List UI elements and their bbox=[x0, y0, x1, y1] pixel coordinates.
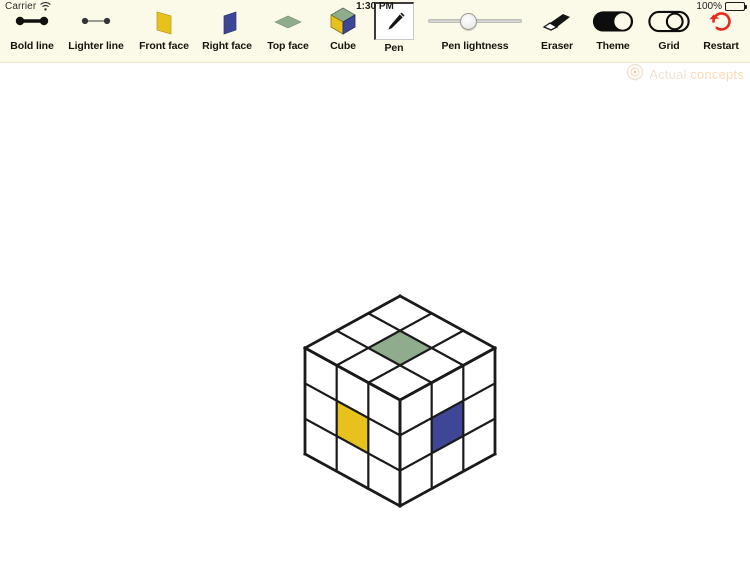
tool-label: Restart bbox=[703, 40, 739, 52]
isometric-cube-drawing bbox=[303, 294, 497, 508]
tool-label: Front face bbox=[139, 40, 189, 52]
tool-pen[interactable]: Pen bbox=[372, 2, 416, 54]
tool-restart[interactable]: Restart bbox=[696, 6, 746, 52]
tool-theme[interactable]: Theme bbox=[589, 6, 637, 52]
tool-label: Pen lightness bbox=[441, 40, 509, 52]
tool-label: Cube bbox=[330, 40, 356, 52]
tool-pen-lightness[interactable]: Pen lightness bbox=[427, 6, 523, 52]
tool-cube[interactable]: Cube bbox=[319, 6, 367, 52]
tool-label: Right face bbox=[202, 40, 252, 52]
tool-front-face[interactable]: Front face bbox=[133, 6, 195, 52]
slider-thumb[interactable] bbox=[459, 13, 477, 30]
front-face-icon bbox=[142, 6, 186, 36]
tool-top-face[interactable]: Top face bbox=[258, 6, 318, 52]
cube-icon bbox=[321, 6, 365, 36]
slider-icon[interactable] bbox=[428, 6, 522, 36]
tool-label: Eraser bbox=[540, 40, 574, 52]
right-face-icon bbox=[205, 6, 249, 36]
tool-eraser[interactable]: Eraser bbox=[527, 6, 587, 52]
eraser-icon bbox=[535, 6, 579, 36]
tool-label: Bold line bbox=[10, 40, 54, 52]
tool-label: Theme bbox=[596, 40, 630, 52]
theme-toggle-icon bbox=[591, 6, 635, 36]
toolbar: Bold line Lighter line Front face Right … bbox=[0, 0, 750, 63]
tool-grid[interactable]: Grid bbox=[645, 6, 693, 52]
tool-right-face[interactable]: Right face bbox=[196, 6, 258, 52]
grid-toggle-icon bbox=[647, 6, 691, 36]
tool-label: Lighter line bbox=[68, 40, 124, 52]
app-root: Bold line Lighter line Front face Right … bbox=[0, 0, 750, 563]
tool-bold-line[interactable]: Bold line bbox=[4, 6, 60, 52]
pen-icon bbox=[374, 2, 414, 40]
lighter-line-icon bbox=[74, 6, 118, 36]
drawing-canvas[interactable] bbox=[0, 63, 750, 563]
tool-label: Pen bbox=[384, 42, 404, 54]
tool-label: Grid bbox=[658, 40, 680, 52]
restart-icon bbox=[699, 6, 743, 36]
top-face-icon bbox=[266, 6, 310, 36]
tool-lighter-line[interactable]: Lighter line bbox=[63, 6, 129, 52]
bold-line-icon bbox=[10, 6, 54, 36]
tool-label: Top face bbox=[267, 40, 309, 52]
